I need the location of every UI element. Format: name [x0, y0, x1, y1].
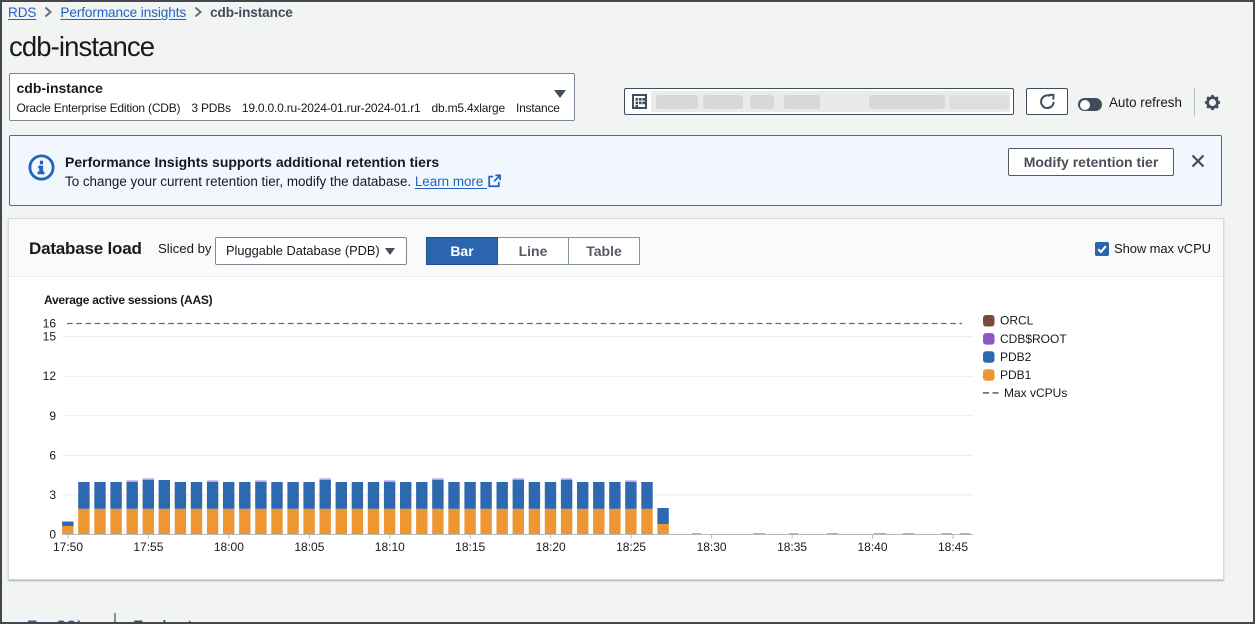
svg-text:15: 15 [43, 330, 57, 344]
svg-text:CDB$ROOT: CDB$ROOT [1000, 332, 1067, 346]
svg-text:ORCL: ORCL [1000, 314, 1034, 328]
svg-text:18:15: 18:15 [455, 540, 485, 554]
svg-text:Average active sessions (AAS): Average active sessions (AAS) [44, 293, 213, 307]
svg-text:6: 6 [49, 448, 56, 462]
svg-text:18:35: 18:35 [777, 540, 807, 554]
svg-text:9: 9 [49, 409, 56, 423]
svg-text:18:45: 18:45 [938, 540, 968, 554]
svg-text:18:20: 18:20 [536, 540, 566, 554]
svg-text:18:30: 18:30 [697, 540, 727, 554]
svg-text:18:05: 18:05 [294, 540, 324, 554]
svg-text:17:55: 17:55 [133, 540, 163, 554]
svg-text:16: 16 [43, 317, 57, 331]
svg-text:18:25: 18:25 [616, 540, 646, 554]
svg-text:18:10: 18:10 [375, 540, 405, 554]
svg-text:18:00: 18:00 [214, 540, 244, 554]
svg-text:PDB1: PDB1 [1000, 368, 1032, 382]
svg-text:12: 12 [43, 369, 57, 383]
svg-text:3: 3 [49, 488, 56, 502]
svg-text:17:50: 17:50 [53, 540, 83, 554]
svg-text:18:40: 18:40 [857, 540, 887, 554]
svg-text:PDB2: PDB2 [1000, 350, 1032, 364]
svg-text:Max vCPUs: Max vCPUs [1004, 386, 1067, 400]
